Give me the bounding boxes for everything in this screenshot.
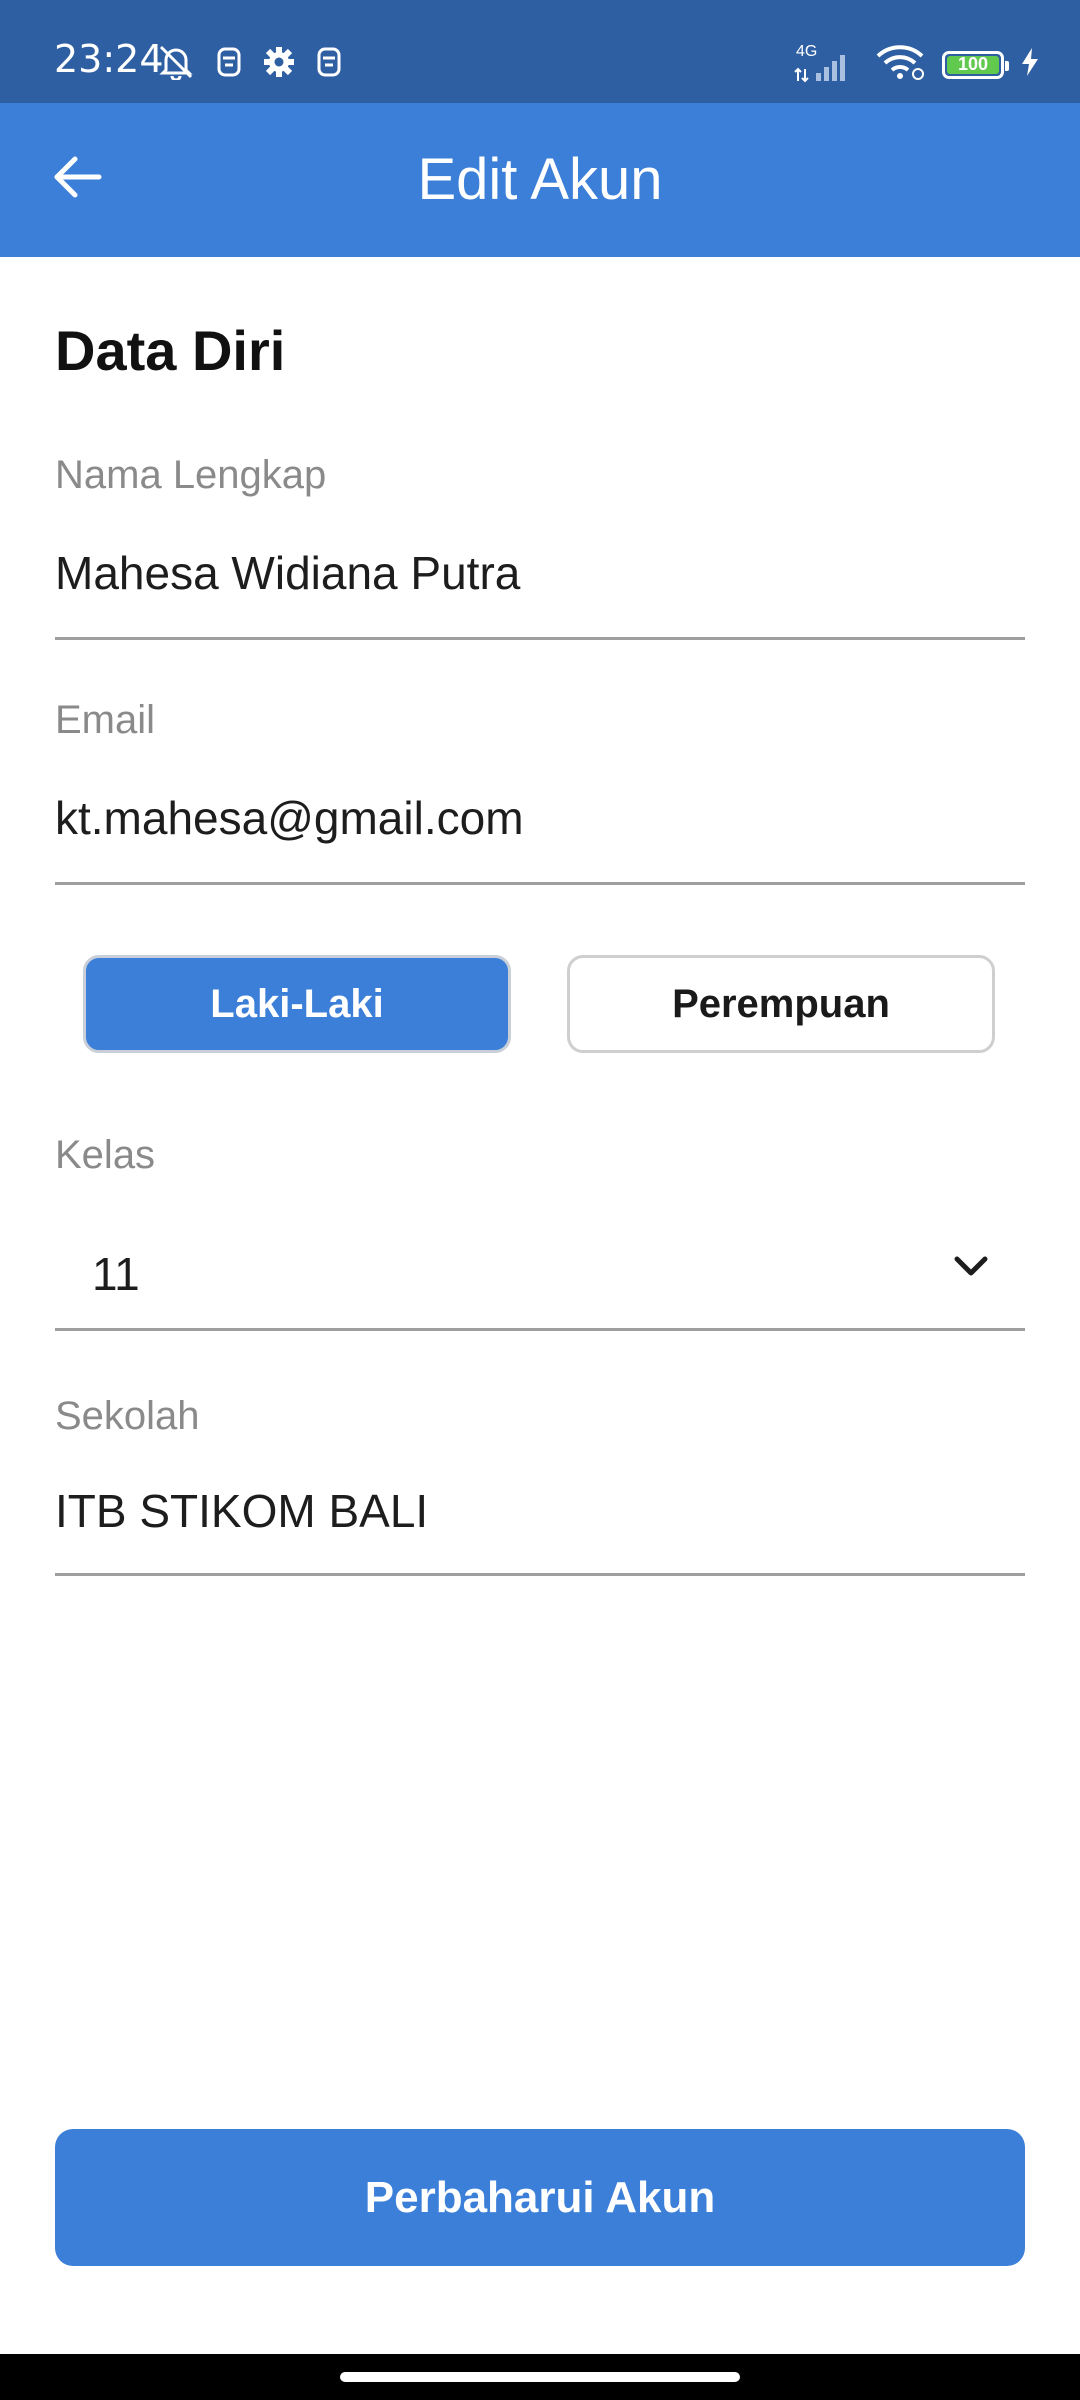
email-label: Email	[55, 698, 156, 742]
class-underline	[55, 1328, 1025, 1331]
full-name-input[interactable]: Mahesa Widiana Putra	[55, 550, 520, 596]
status-icons-right: 4G 100	[794, 43, 1040, 85]
navigation-bar	[0, 2354, 1080, 2400]
email-input[interactable]: kt.mahesa@gmail.com	[55, 795, 524, 841]
update-account-button[interactable]: Perbaharui Akun	[55, 2129, 1025, 2266]
status-bar: 23:24 4G 100	[0, 0, 1080, 103]
charging-icon	[1020, 47, 1040, 82]
class-dropdown[interactable]: 11	[55, 1245, 1025, 1315]
full-name-label: Nama Lengkap	[55, 453, 327, 497]
bell-off-icon	[156, 44, 196, 85]
gender-female-button[interactable]: Perempuan	[567, 955, 995, 1053]
status-icons-left	[156, 44, 342, 85]
notification-icon	[216, 46, 242, 83]
school-field[interactable]: Sekolah ITB STIKOM BALI	[55, 1396, 1025, 1582]
email-field[interactable]: Email kt.mahesa@gmail.com	[55, 700, 1025, 886]
class-field[interactable]: Kelas 11	[55, 1135, 1025, 1335]
page-title: Edit Akun	[417, 147, 663, 212]
class-label: Kelas	[55, 1133, 156, 1177]
email-underline	[55, 882, 1025, 885]
section-title: Data Diri	[55, 319, 286, 382]
notification-icon	[316, 46, 342, 83]
wifi-icon	[874, 44, 926, 85]
gender-male-button[interactable]: Laki-Laki	[83, 955, 511, 1053]
gear-icon	[262, 45, 296, 84]
battery-icon: 100	[942, 50, 1009, 79]
school-label: Sekolah	[55, 1394, 200, 1438]
school-input[interactable]: ITB STIKOM BALI	[55, 1488, 428, 1534]
class-selected-value: 11	[92, 1248, 140, 1300]
full-name-field[interactable]: Nama Lengkap Mahesa Widiana Putra	[55, 455, 1025, 641]
battery-level: 100	[947, 54, 999, 74]
full-name-underline	[55, 637, 1025, 640]
app-bar: Edit Akun	[0, 103, 1080, 257]
chevron-down-icon	[951, 1251, 991, 1286]
home-indicator[interactable]	[340, 2372, 740, 2382]
signal-icon: 4G	[794, 43, 858, 83]
status-time: 23:24	[54, 37, 164, 81]
school-underline	[55, 1573, 1025, 1576]
